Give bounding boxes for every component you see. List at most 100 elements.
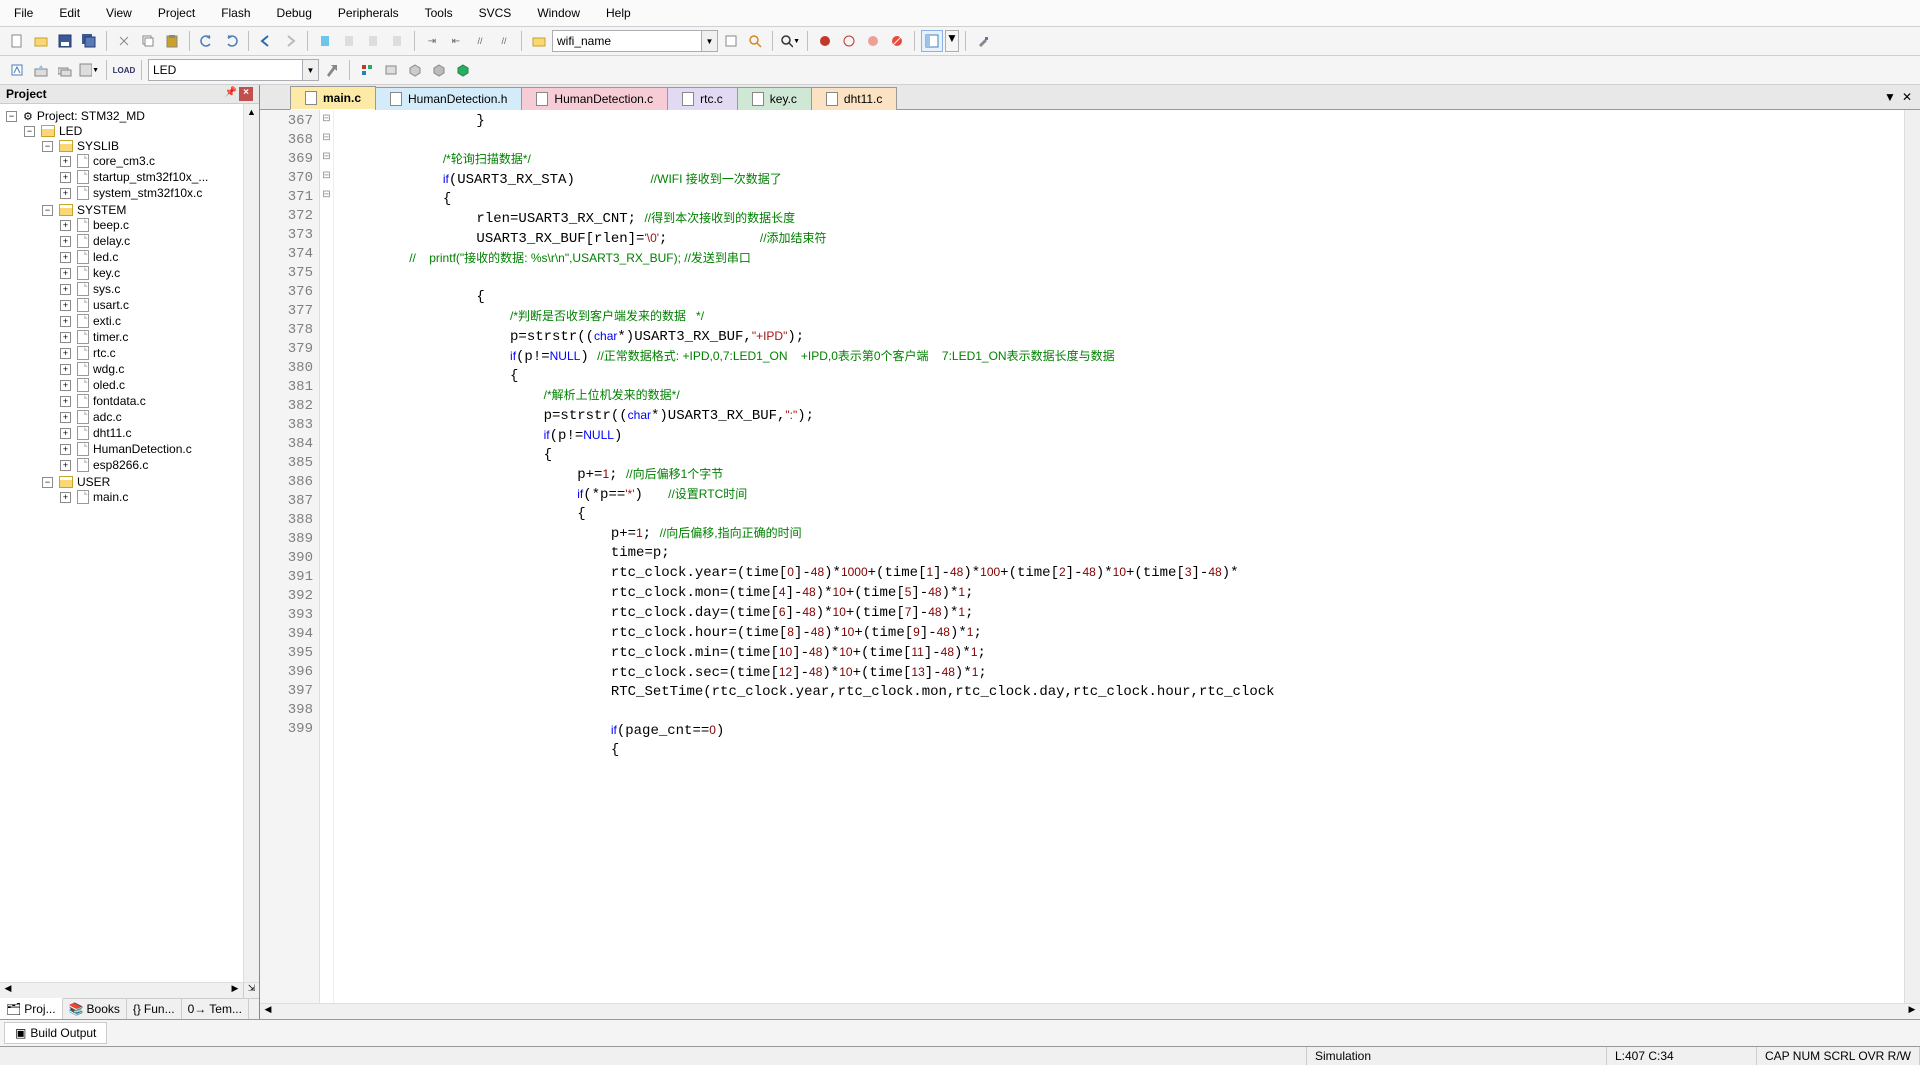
- copy-button[interactable]: [137, 30, 159, 52]
- tree-file[interactable]: +dht11.c: [56, 426, 257, 440]
- comment-button[interactable]: //: [469, 30, 491, 52]
- tree-file[interactable]: +main.c: [56, 490, 257, 504]
- paste-button[interactable]: [161, 30, 183, 52]
- breakpoint-enable-button[interactable]: [838, 30, 860, 52]
- menu-tools[interactable]: Tools: [421, 4, 457, 22]
- build-output-tab[interactable]: ▣ Build Output: [4, 1022, 107, 1044]
- batch-build-button[interactable]: ▼: [78, 59, 100, 81]
- select-packs-button[interactable]: [380, 59, 402, 81]
- bookmark-next-button[interactable]: [362, 30, 384, 52]
- rebuild-button[interactable]: [54, 59, 76, 81]
- debug-start-button[interactable]: ▼: [779, 30, 801, 52]
- tree-hscroll[interactable]: ◀▶⇲: [0, 982, 259, 998]
- tree-file[interactable]: +fontdata.c: [56, 394, 257, 408]
- pack-home-button[interactable]: [452, 59, 474, 81]
- tab-close-icon[interactable]: ✕: [1902, 90, 1912, 104]
- menu-project[interactable]: Project: [154, 4, 199, 22]
- menu-peripherals[interactable]: Peripherals: [334, 4, 403, 22]
- open-file-button[interactable]: [30, 30, 52, 52]
- menu-svcs[interactable]: SVCS: [475, 4, 516, 22]
- save-button[interactable]: [54, 30, 76, 52]
- file-tab[interactable]: rtc.c: [667, 87, 738, 110]
- breakpoint-kill-button[interactable]: [886, 30, 908, 52]
- window-layout-button[interactable]: [921, 30, 943, 52]
- tree-file[interactable]: +system_stm32f10x.c: [56, 186, 257, 200]
- tree-file[interactable]: +timer.c: [56, 330, 257, 344]
- uncomment-button[interactable]: //: [493, 30, 515, 52]
- tree-file[interactable]: +usart.c: [56, 298, 257, 312]
- menu-debug[interactable]: Debug: [273, 4, 316, 22]
- tree-file[interactable]: +startup_stm32f10x_...: [56, 170, 257, 184]
- tree-group[interactable]: −SYSLIB: [38, 139, 257, 153]
- tree-scrollbar[interactable]: ▲: [243, 104, 259, 982]
- tree-file[interactable]: +exti.c: [56, 314, 257, 328]
- bookmark-toggle-button[interactable]: [314, 30, 336, 52]
- file-tab[interactable]: HumanDetection.c: [521, 87, 668, 110]
- search-combo[interactable]: ▼: [552, 30, 718, 52]
- menu-file[interactable]: File: [10, 4, 37, 22]
- project-tree[interactable]: ▲ −⚙Project: STM32_MD−LED−SYSLIB+core_cm…: [0, 104, 259, 982]
- pack-installer-button[interactable]: [404, 59, 426, 81]
- new-file-button[interactable]: [6, 30, 28, 52]
- indent-button[interactable]: ⇥: [421, 30, 443, 52]
- find-in-files-button[interactable]: [528, 30, 550, 52]
- tree-file[interactable]: +oled.c: [56, 378, 257, 392]
- menu-edit[interactable]: Edit: [55, 4, 84, 22]
- tree-group[interactable]: −SYSTEM: [38, 203, 257, 217]
- save-all-button[interactable]: [78, 30, 100, 52]
- tree-file[interactable]: +adc.c: [56, 410, 257, 424]
- target-options-button[interactable]: [321, 59, 343, 81]
- menu-help[interactable]: Help: [602, 4, 635, 22]
- menu-flash[interactable]: Flash: [217, 4, 254, 22]
- translate-button[interactable]: [6, 59, 28, 81]
- tree-group[interactable]: −USER: [38, 475, 257, 489]
- bookmark-clear-button[interactable]: [386, 30, 408, 52]
- close-panel-icon[interactable]: ×: [239, 87, 253, 101]
- sidebar-tab-templates[interactable]: 0→Tem...: [182, 999, 249, 1019]
- find-button[interactable]: [720, 30, 742, 52]
- pin-icon[interactable]: 📌: [225, 87, 237, 101]
- file-tab[interactable]: HumanDetection.h: [375, 87, 522, 110]
- breakpoint-insert-button[interactable]: [814, 30, 836, 52]
- manage-rte-button[interactable]: [428, 59, 450, 81]
- editor-vscroll[interactable]: [1904, 110, 1920, 1003]
- editor-hscroll[interactable]: ◀▶: [260, 1003, 1920, 1019]
- fold-column[interactable]: ⊟ ⊟ ⊟ ⊟ ⊟: [320, 110, 334, 1003]
- configure-button[interactable]: [972, 30, 994, 52]
- nav-forward-button[interactable]: [279, 30, 301, 52]
- tree-file[interactable]: +core_cm3.c: [56, 154, 257, 168]
- tree-file[interactable]: +rtc.c: [56, 346, 257, 360]
- file-tab[interactable]: dht11.c: [811, 87, 897, 110]
- sidebar-tab-books[interactable]: 📚Books: [63, 999, 127, 1019]
- menu-view[interactable]: View: [102, 4, 136, 22]
- target-input[interactable]: [148, 59, 303, 81]
- tree-file[interactable]: +wdg.c: [56, 362, 257, 376]
- file-tab[interactable]: main.c: [290, 86, 376, 110]
- target-dropdown-icon[interactable]: ▼: [303, 59, 319, 81]
- menu-window[interactable]: Window: [533, 4, 584, 22]
- tree-file[interactable]: +key.c: [56, 266, 257, 280]
- tab-list-icon[interactable]: ▼: [1884, 90, 1896, 104]
- tree-file[interactable]: +HumanDetection.c: [56, 442, 257, 456]
- tree-file[interactable]: +led.c: [56, 250, 257, 264]
- search-dropdown-icon[interactable]: ▼: [702, 30, 718, 52]
- breakpoint-disable-button[interactable]: [862, 30, 884, 52]
- sidebar-tab-functions[interactable]: {}Fun...: [127, 999, 182, 1019]
- build-button[interactable]: [30, 59, 52, 81]
- code-editor[interactable]: } /*轮询扫描数据*/ if(USART3_RX_STA) //WIFI 接收…: [334, 110, 1904, 1003]
- unindent-button[interactable]: ⇤: [445, 30, 467, 52]
- tree-file[interactable]: +esp8266.c: [56, 458, 257, 472]
- manage-project-button[interactable]: [356, 59, 378, 81]
- tree-file[interactable]: +delay.c: [56, 234, 257, 248]
- tree-file[interactable]: +beep.c: [56, 218, 257, 232]
- redo-button[interactable]: [220, 30, 242, 52]
- sidebar-tab-project[interactable]: 🗂Proj...: [0, 998, 63, 1019]
- cut-button[interactable]: [113, 30, 135, 52]
- target-combo[interactable]: ▼: [148, 59, 319, 81]
- bookmark-prev-button[interactable]: [338, 30, 360, 52]
- tree-file[interactable]: +sys.c: [56, 282, 257, 296]
- incremental-find-button[interactable]: [744, 30, 766, 52]
- undo-button[interactable]: [196, 30, 218, 52]
- nav-back-button[interactable]: [255, 30, 277, 52]
- search-input[interactable]: [552, 30, 702, 52]
